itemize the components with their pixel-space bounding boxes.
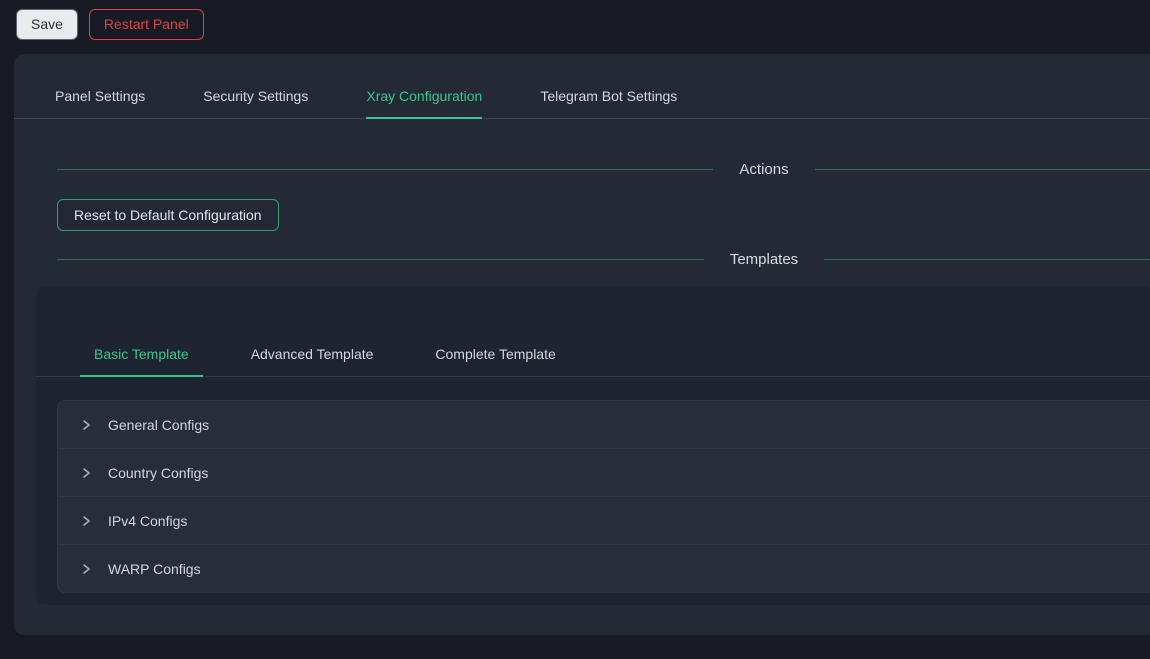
collapse-item-general-configs[interactable]: General Configs (58, 401, 1150, 449)
tab-advanced-template[interactable]: Advanced Template (237, 332, 388, 376)
collapse-item-label: Country Configs (108, 465, 208, 481)
collapse-item-label: General Configs (108, 417, 209, 433)
chevron-right-icon (80, 467, 92, 479)
save-button[interactable]: Save (16, 9, 78, 40)
collapse-item-country-configs[interactable]: Country Configs (58, 449, 1150, 497)
tab-xray-configuration[interactable]: Xray Configuration (366, 74, 482, 118)
tab-panel-settings[interactable]: Panel Settings (55, 74, 145, 118)
tab-security-settings[interactable]: Security Settings (203, 74, 308, 118)
collapse-item-label: IPv4 Configs (108, 513, 187, 529)
settings-card: Panel Settings Security Settings Xray Co… (14, 54, 1150, 635)
collapse-item-label: WARP Configs (108, 561, 201, 577)
settings-tabs-bar: Panel Settings Security Settings Xray Co… (14, 74, 1150, 119)
collapse-item-ipv4-configs[interactable]: IPv4 Configs (58, 497, 1150, 545)
actions-divider-label: Actions (739, 161, 788, 178)
templates-divider-label: Templates (730, 251, 798, 268)
tab-complete-template[interactable]: Complete Template (421, 332, 569, 376)
xray-configuration-page: Save Restart Panel Panel Settings Securi… (0, 0, 1150, 659)
chevron-right-icon (80, 515, 92, 527)
tab-telegram-bot-settings[interactable]: Telegram Bot Settings (540, 74, 677, 118)
templates-card: Basic Template Advanced Template Complet… (36, 286, 1150, 605)
template-tabs-bar: Basic Template Advanced Template Complet… (36, 286, 1150, 377)
template-config-collapse: General Configs Country Configs (57, 400, 1150, 593)
actions-divider: Actions (57, 161, 1150, 178)
top-action-bar: Save Restart Panel (0, 0, 1150, 48)
chevron-right-icon (80, 419, 92, 431)
reset-to-default-configuration-button[interactable]: Reset to Default Configuration (57, 199, 279, 231)
restart-panel-button[interactable]: Restart Panel (89, 9, 204, 40)
chevron-right-icon (80, 563, 92, 575)
templates-divider: Templates (57, 251, 1150, 268)
tab-basic-template[interactable]: Basic Template (80, 332, 203, 376)
collapse-item-warp-configs[interactable]: WARP Configs (58, 545, 1150, 592)
